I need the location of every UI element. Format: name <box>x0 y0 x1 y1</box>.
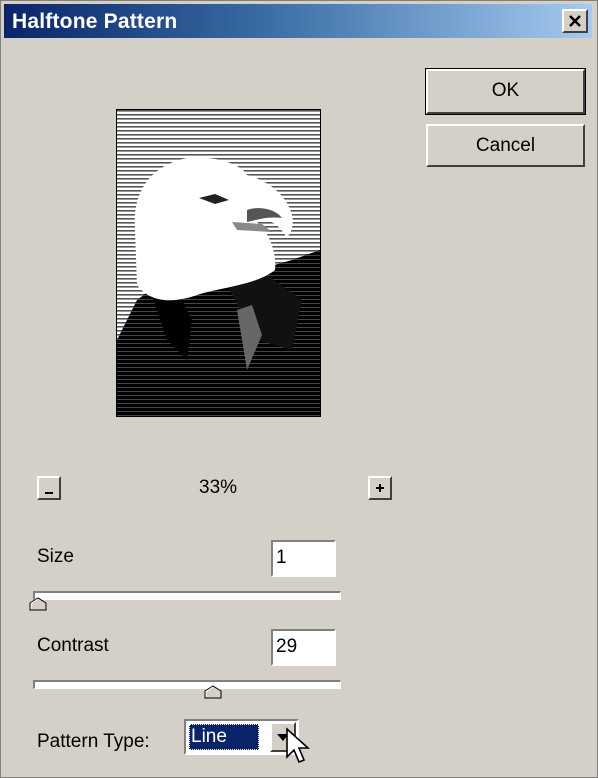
pattern-type-select[interactable]: Line <box>184 719 299 755</box>
size-input[interactable]: 1 <box>271 540 336 577</box>
contrast-slider-thumb[interactable] <box>204 685 222 699</box>
contrast-label: Contrast <box>37 635 109 656</box>
size-slider-thumb[interactable] <box>29 597 47 611</box>
size-label: Size <box>37 546 74 567</box>
preview-image[interactable] <box>116 109 321 417</box>
minus-icon <box>45 492 53 494</box>
mouse-pointer-icon <box>286 727 311 764</box>
zoom-out-button[interactable] <box>37 476 61 500</box>
halftone-pattern-dialog: Halftone Pattern OK Cancel 33% Size 1 Co… <box>0 0 598 778</box>
title-bar[interactable]: Halftone Pattern <box>4 4 592 38</box>
zoom-in-button[interactable] <box>368 476 392 500</box>
cancel-button[interactable]: Cancel <box>426 124 585 167</box>
contrast-slider-track[interactable] <box>33 680 341 689</box>
size-slider-track[interactable] <box>33 591 341 600</box>
pattern-type-value: Line <box>189 724 259 750</box>
zoom-level: 33% <box>199 477 238 498</box>
ok-button[interactable]: OK <box>425 68 586 115</box>
contrast-input[interactable]: 29 <box>271 629 336 666</box>
eagle-preview-graphic <box>117 110 320 416</box>
close-icon <box>569 15 581 27</box>
pattern-type-label: Pattern Type: <box>37 731 150 752</box>
dialog-title: Halftone Pattern <box>12 10 178 33</box>
close-button[interactable] <box>562 9 588 33</box>
plus-icon <box>376 484 384 492</box>
